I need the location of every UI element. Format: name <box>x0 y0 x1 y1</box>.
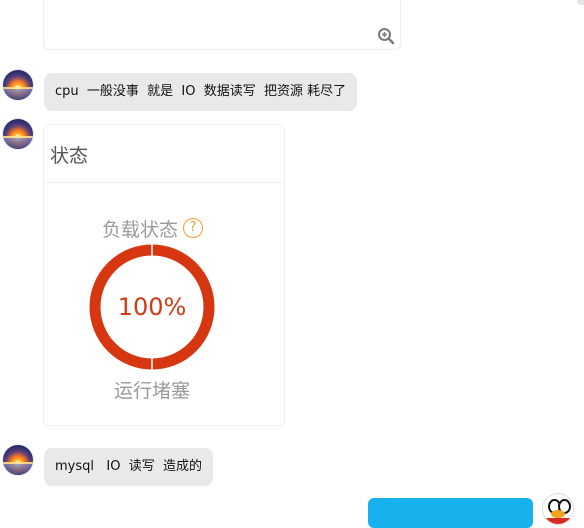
my-avatar[interactable] <box>543 494 573 524</box>
sender-avatar[interactable] <box>3 119 33 149</box>
help-circle-icon[interactable]: ? <box>183 218 203 238</box>
message-bubble[interactable]: cpu 一般没事 就是 IO 数据读写 把资源 耗尽了 <box>44 73 358 111</box>
load-status-label: 负载状态 <box>102 219 179 241</box>
sender-avatar[interactable] <box>3 445 33 475</box>
message-bubble[interactable]: mysql IO 读写 造成的 <box>44 448 213 486</box>
scrollbar-thumb[interactable] <box>577 0 584 5</box>
zoom-in-icon[interactable] <box>377 27 395 45</box>
penguin-scarf <box>543 518 573 524</box>
status-card-title: 状态 <box>50 145 89 167</box>
divider <box>44 182 284 183</box>
sender-avatar[interactable] <box>3 70 33 100</box>
previous-card[interactable] <box>43 0 401 50</box>
gauge-value: 100% <box>117 293 187 321</box>
running-status-text: 运行堵塞 <box>113 380 190 402</box>
sent-message-bubble[interactable] <box>368 498 533 528</box>
penguin-beak <box>551 510 565 518</box>
status-card[interactable]: 状态 负载状态 ? 100% 运行堵塞 <box>43 124 285 426</box>
